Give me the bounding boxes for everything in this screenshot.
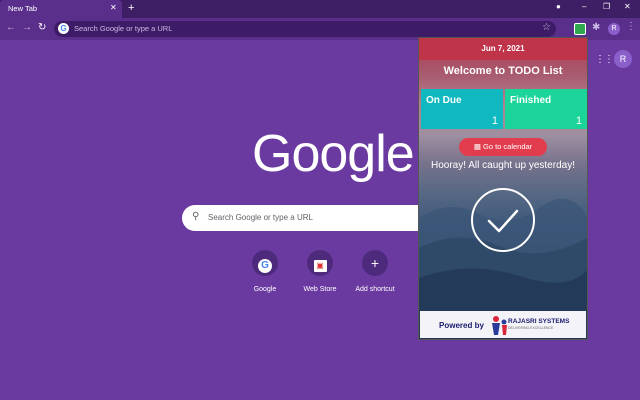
card-count: 1 xyxy=(491,115,498,127)
web-store-icon: ▣ xyxy=(307,250,333,276)
add-icon: + xyxy=(362,250,388,276)
window-close-icon[interactable]: ✕ xyxy=(624,2,631,11)
popup-title: Welcome to TODO List xyxy=(443,65,563,77)
reload-icon[interactable]: ↻ xyxy=(38,22,46,33)
tab-title: New Tab xyxy=(8,4,38,13)
tab-strip: New Tab ✕ + ● – ❐ ✕ xyxy=(0,0,640,18)
card-count: 1 xyxy=(575,115,582,127)
on-due-card[interactable]: On Due 1 xyxy=(421,89,503,129)
shortcut-google[interactable]: G Google xyxy=(235,250,295,293)
todo-extension-icon[interactable] xyxy=(574,23,586,35)
calendar-button-label: Go to calendar xyxy=(482,142,533,151)
brand-name: RAJASRI SYSTEMS xyxy=(508,318,570,325)
shortcut-web-store[interactable]: ▣ Web Store xyxy=(290,250,350,293)
close-icon[interactable]: ✕ xyxy=(110,3,117,12)
shortcut-label: Add shortcut xyxy=(355,286,395,293)
finished-card[interactable]: Finished 1 xyxy=(505,89,587,129)
card-label: On Due xyxy=(426,95,462,106)
extensions-puzzle-icon[interactable]: ✱ xyxy=(592,22,600,33)
menu-icon[interactable]: ⋮ xyxy=(626,21,636,32)
shortcut-label: Web Store xyxy=(303,286,337,293)
tab-new-tab[interactable]: New Tab ✕ xyxy=(0,0,122,18)
powered-by-footer: Powered by RAJASRI SYSTEMS DELIVERING EX… xyxy=(420,311,586,338)
google-icon: G xyxy=(58,23,69,34)
check-circle-icon xyxy=(471,188,535,252)
popup-date: Jun 7, 2021 xyxy=(419,38,587,60)
restore-icon[interactable]: ❐ xyxy=(603,2,610,11)
calendar-icon: ▦ xyxy=(473,142,483,151)
shortcut-add[interactable]: + Add shortcut xyxy=(345,250,405,293)
card-label: Finished xyxy=(510,95,552,106)
go-to-calendar-button[interactable]: ▦ Go to calendar xyxy=(459,138,547,156)
forward-icon[interactable]: → xyxy=(22,22,32,33)
profile-avatar-small[interactable]: R xyxy=(608,23,620,35)
todo-popup: Jun 7, 2021 Welcome to TODO List On Due … xyxy=(418,37,588,340)
minimize-icon[interactable]: – xyxy=(582,2,586,11)
media-icon[interactable]: ● xyxy=(556,2,561,11)
profile-avatar[interactable]: R xyxy=(614,50,632,68)
back-icon[interactable]: ← xyxy=(6,22,16,33)
omnibox-placeholder: Search Google or type a URL xyxy=(74,24,173,33)
omnibox[interactable]: G Search Google or type a URL ☆ xyxy=(54,21,556,37)
star-icon[interactable]: ☆ xyxy=(542,22,551,33)
rajasri-logo-icon xyxy=(492,316,507,335)
shortcut-label: Google xyxy=(253,286,277,293)
brand-tagline: DELIVERING EXCELLENCE xyxy=(508,326,554,330)
new-tab-button[interactable]: + xyxy=(128,2,134,14)
status-message: Hooray! All caught up yesterday! xyxy=(431,160,575,171)
powered-by-text: Powered by xyxy=(439,321,484,330)
search-placeholder: Search Google or type a URL xyxy=(208,213,313,222)
google-logo: Google xyxy=(252,125,415,183)
search-icon: ⚲ xyxy=(192,211,200,222)
google-shortcut-icon: G xyxy=(252,250,278,276)
